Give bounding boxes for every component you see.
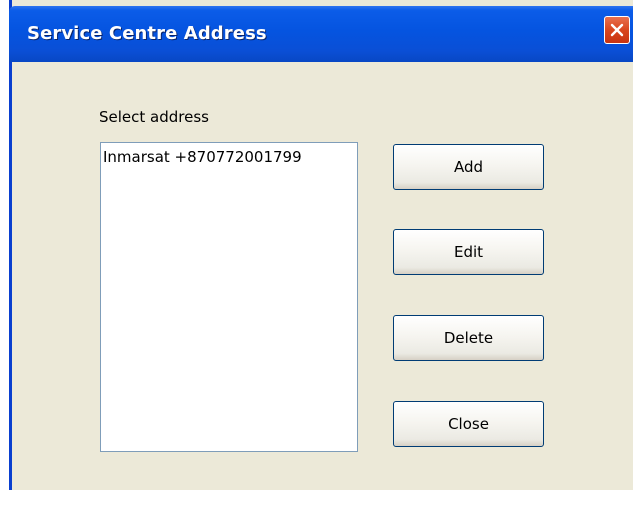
close-button[interactable]: Close — [393, 401, 544, 447]
delete-button[interactable]: Delete — [393, 315, 544, 361]
list-item[interactable]: Inmarsat +870772001799 — [102, 147, 356, 167]
close-icon — [610, 23, 624, 37]
title-bar[interactable]: Service Centre Address — [9, 6, 633, 62]
window-title: Service Centre Address — [27, 23, 267, 44]
window-close-button[interactable] — [604, 16, 630, 44]
select-address-label: Select address — [99, 108, 209, 126]
address-listbox[interactable]: Inmarsat +870772001799 — [100, 142, 358, 452]
edit-button[interactable]: Edit — [393, 229, 544, 275]
add-button[interactable]: Add — [393, 144, 544, 190]
